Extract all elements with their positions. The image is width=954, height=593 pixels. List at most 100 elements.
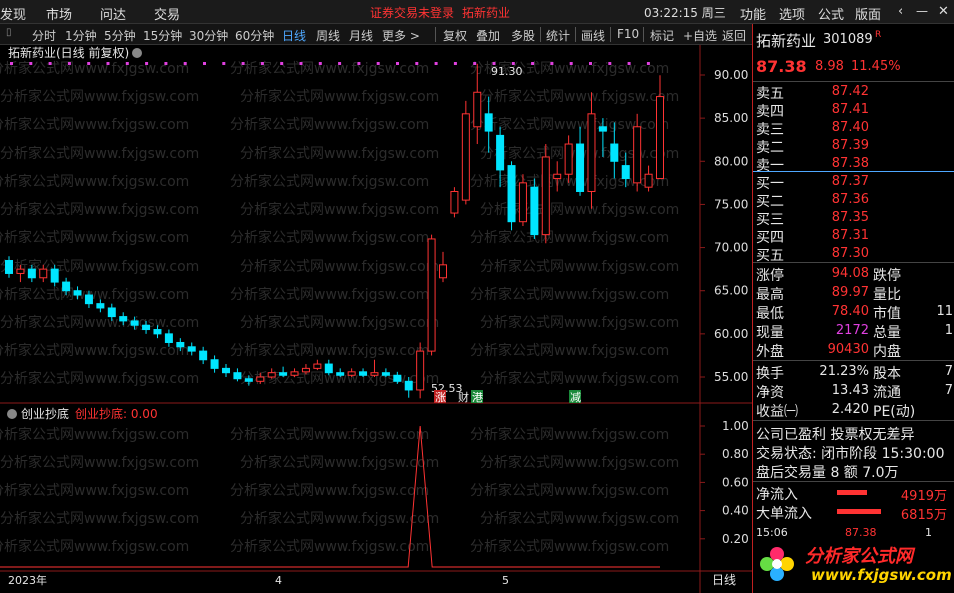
candle-body xyxy=(553,173,562,180)
btn-statistics[interactable]: 统计 xyxy=(546,27,570,44)
period-weekly[interactable]: 周线 xyxy=(316,27,340,44)
watermark-text: 分析家公式网www.fxjgsw.com xyxy=(480,258,679,275)
candle-body xyxy=(381,372,390,376)
indicator-dropdown-icon[interactable] xyxy=(7,409,17,419)
btn-f10[interactable]: F10 xyxy=(617,27,639,41)
signal-dot xyxy=(67,62,71,65)
signal-dot xyxy=(87,62,91,65)
signal-dot xyxy=(145,62,149,65)
title-dropdown-icon[interactable] xyxy=(132,48,142,58)
period-more[interactable]: 更多 > xyxy=(382,27,420,44)
btn-overlay[interactable]: 叠加 xyxy=(476,27,500,44)
candle-body xyxy=(84,294,93,305)
watermark-text: 分析家公式网www.fxjgsw.com xyxy=(0,482,189,499)
signal-dot xyxy=(453,62,457,65)
candle-body xyxy=(5,260,13,274)
menu-discover[interactable]: 发现 xyxy=(0,4,26,23)
btn-add-watch[interactable]: +自选 xyxy=(683,27,717,44)
badge-jian-text: 减 xyxy=(570,391,581,404)
watermark-text: 分析家公式网www.fxjgsw.com xyxy=(230,286,429,303)
watermark-text: 分析家公式网www.fxjgsw.com xyxy=(230,116,429,133)
stat-right-value: 1 xyxy=(944,323,953,338)
period-fenshi[interactable]: 分时 xyxy=(32,27,56,44)
candle-body xyxy=(427,238,436,352)
signal-dot xyxy=(589,62,592,65)
watermark-text: 分析家公式网www.fxjgsw.com xyxy=(470,229,669,246)
bid-label: 买三 xyxy=(756,212,784,228)
signal-dot xyxy=(260,62,264,65)
clock: 03:22:15 周三 xyxy=(644,6,726,20)
signal-dot xyxy=(299,62,303,65)
candle-body xyxy=(564,143,573,175)
chart-title: 拓新药业(日线 前复权) xyxy=(8,45,129,60)
menu-function[interactable]: 功能 xyxy=(740,4,766,23)
indicator-value: 创业抄底: 0.00 xyxy=(75,406,158,421)
candle-body xyxy=(496,134,505,171)
badge-cai[interactable]: 财 xyxy=(458,390,469,404)
kline-chart[interactable]: 分析家公式网www.fxjgsw.com 分析家公式网www.fxjgsw.com… xyxy=(0,45,752,593)
menu-layout[interactable]: 版面 xyxy=(855,4,881,23)
quote-panel: 拓新药业 301089 R 87.38 8.98 11.45% 卖五 87.42 卖… xyxy=(752,24,954,593)
net-inflow-value: 4919万 xyxy=(900,489,947,504)
period-60min[interactable]: 60分钟 xyxy=(235,27,274,44)
stat-label: 最高 xyxy=(756,287,784,303)
btn-draw-line[interactable]: 画线 xyxy=(581,27,605,44)
high-label: 91.30 xyxy=(491,65,523,78)
candle-body xyxy=(27,268,36,279)
login-warning[interactable]: 证券交易未登录 xyxy=(370,4,454,21)
stock-tag[interactable]: 拓新药业 xyxy=(462,4,510,21)
candle-body xyxy=(416,350,425,391)
btn-back[interactable]: 返回 xyxy=(722,27,746,44)
back-arrow-icon[interactable]: ‹ xyxy=(898,4,903,19)
menu-qa[interactable]: 问达 xyxy=(100,4,126,23)
period-monthly[interactable]: 月线 xyxy=(349,27,373,44)
candle-body xyxy=(610,143,619,162)
panel-toggle-icon[interactable]: ▯ xyxy=(6,27,12,38)
watermark-text: 分析家公式网www.fxjgsw.com xyxy=(230,173,429,190)
stat-value: 2172 xyxy=(835,323,869,338)
watermark-text: 分析家公式网www.fxjgsw.com xyxy=(0,510,199,527)
period-daily[interactable]: 日线 xyxy=(282,27,306,44)
price-tick-label: 85.00 xyxy=(714,111,748,125)
stat-right-label: 跌停 xyxy=(873,268,901,284)
signal-dot xyxy=(396,62,399,65)
net-inflow-bar xyxy=(837,490,867,495)
net-inflow-label: 净流入 xyxy=(756,487,798,503)
indicator-axis: 1.00 0.80 0.60 0.40 0.20 xyxy=(700,419,749,546)
candle-body xyxy=(153,329,162,335)
period-1min[interactable]: 1分钟 xyxy=(65,27,97,44)
minimize-icon[interactable]: — xyxy=(916,4,928,18)
menu-trade[interactable]: 交易 xyxy=(154,4,180,23)
signal-dot xyxy=(222,62,226,65)
bid-value: 87.30 xyxy=(831,246,869,261)
candle-body xyxy=(96,303,105,309)
btn-mark[interactable]: 标记 xyxy=(650,27,674,44)
x-year-label: 2023年 xyxy=(8,573,47,587)
watermark-text: 分析家公式网www.fxjgsw.com xyxy=(230,229,429,246)
watermark-text: 分析家公式网www.fxjgsw.com xyxy=(240,314,439,331)
candle-body xyxy=(119,316,128,322)
btn-multi-stock[interactable]: 多股 xyxy=(511,27,535,44)
bid-value: 87.31 xyxy=(831,228,869,243)
period-30min[interactable]: 30分钟 xyxy=(189,27,228,44)
menu-options[interactable]: 选项 xyxy=(779,4,805,23)
stat-value: 90430 xyxy=(827,342,869,357)
stat2-right-label: PE(动) xyxy=(873,404,916,420)
candle-body xyxy=(107,307,116,318)
price-tick-label: 60.00 xyxy=(714,327,748,341)
candle-body xyxy=(199,350,208,361)
candle-body xyxy=(210,359,219,369)
candle-body xyxy=(541,156,550,236)
period-15min[interactable]: 15分钟 xyxy=(143,27,182,44)
watermark-text: 分析家公式网www.fxjgsw.com xyxy=(480,510,679,527)
menu-formula[interactable]: 公式 xyxy=(818,4,844,23)
signal-dot xyxy=(241,62,245,65)
stat-value: 89.97 xyxy=(831,285,869,300)
price-tick-label: 70.00 xyxy=(714,241,748,255)
btn-restore-rights[interactable]: 复权 xyxy=(443,27,467,44)
signal-dot xyxy=(357,62,361,65)
menu-market[interactable]: 市场 xyxy=(46,4,72,23)
period-5min[interactable]: 5分钟 xyxy=(104,27,136,44)
signal-dot xyxy=(376,62,380,65)
close-icon[interactable]: ✕ xyxy=(938,4,949,19)
